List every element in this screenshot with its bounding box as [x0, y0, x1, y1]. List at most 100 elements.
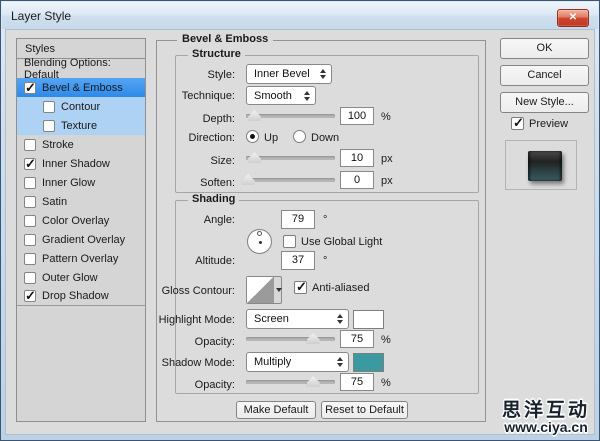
shadow-color-swatch[interactable]: [353, 353, 384, 372]
sidebar-item-label: Color Overlay: [42, 214, 110, 227]
preview-checkbox[interactable]: [511, 115, 524, 131]
highlight-mode-value: Screen: [254, 313, 289, 325]
checkbox-stroke[interactable]: [24, 138, 36, 151]
checkbox-color-overlay[interactable]: [24, 214, 36, 227]
highlight-color-swatch[interactable]: [353, 310, 384, 329]
checkbox-inner-glow[interactable]: [24, 176, 36, 189]
slider-track: [246, 178, 335, 182]
sidebar-item-drop-shadow[interactable]: Drop Shadow: [17, 287, 145, 306]
new-style-button[interactable]: New Style...: [500, 92, 589, 113]
technique-dropdown[interactable]: Smooth: [246, 86, 316, 105]
sidebar-item-contour[interactable]: Contour: [17, 97, 145, 116]
soften-input[interactable]: 0: [340, 171, 374, 189]
sidebar-item-stroke[interactable]: Stroke: [17, 135, 145, 154]
direction-up-radio[interactable]: [246, 130, 259, 143]
contour-thumbnail-icon: [247, 277, 273, 303]
soften-slider[interactable]: [241, 174, 335, 185]
slider-track: [246, 337, 335, 341]
checkbox-outer-glow[interactable]: [24, 271, 36, 284]
opacity-highlight-input[interactable]: 75: [340, 330, 374, 348]
anti-aliased-label: Anti-aliased: [312, 282, 370, 294]
checkbox-gradient-overlay[interactable]: [24, 233, 36, 246]
opacity-shadow-slider[interactable]: [246, 376, 335, 387]
sidebar-item-inner-glow[interactable]: Inner Glow: [17, 173, 145, 192]
sidebar-item-blending-options[interactable]: Blending Options: Default: [17, 57, 145, 81]
technique-label: Technique:: [181, 90, 235, 102]
style-dropdown[interactable]: Inner Bevel: [246, 64, 332, 84]
soften-label: Soften:: [200, 177, 235, 189]
styles-list: Styles Blending Options: Default Bevel &…: [16, 38, 146, 422]
layer-style-dialog: Layer Style ✕ Styles Blending Options: D…: [0, 0, 600, 441]
titlebar[interactable]: Layer Style ✕: [2, 2, 598, 29]
checkbox-inner-shadow[interactable]: [24, 156, 36, 172]
soften-unit: px: [381, 175, 393, 187]
altitude-input[interactable]: 37: [281, 251, 315, 270]
watermark-line1: 思洋互动: [501, 400, 590, 421]
style-value: Inner Bevel: [254, 68, 310, 80]
sidebar-item-label: Pattern Overlay: [42, 252, 119, 265]
angle-dial-center: [259, 241, 262, 244]
sidebar-item-label: Texture: [61, 119, 98, 132]
direction-down-label: Down: [311, 132, 340, 144]
ok-button[interactable]: OK: [500, 38, 589, 59]
spinner-icon: [337, 314, 343, 324]
direction-down-radio[interactable]: [293, 130, 306, 143]
reset-to-default-button[interactable]: Reset to Default: [321, 401, 408, 419]
checkbox-pattern-overlay[interactable]: [24, 252, 36, 265]
sidebar-item-bevel-emboss[interactable]: Bevel & Emboss: [17, 78, 145, 97]
direction-label: Direction:: [188, 132, 235, 144]
slider-thumb[interactable]: [306, 333, 320, 344]
watermark: 思洋互动 www.ciya.cn: [502, 401, 590, 434]
highlight-mode-dropdown[interactable]: Screen: [246, 309, 349, 329]
sidebar-item-satin[interactable]: Satin: [17, 192, 145, 211]
bevel-emboss-panel: Bevel & Emboss Structure Style: Inner Be…: [156, 33, 486, 422]
gloss-contour-picker[interactable]: [246, 276, 282, 304]
depth-slider[interactable]: [246, 110, 335, 121]
checkbox-texture[interactable]: [43, 119, 55, 132]
size-slider[interactable]: [246, 152, 335, 163]
checkbox-bevel-emboss[interactable]: [24, 80, 36, 96]
sidebar-item-label: Stroke: [42, 138, 74, 151]
checkbox-satin[interactable]: [24, 195, 36, 208]
depth-input[interactable]: 100: [340, 107, 374, 125]
spinner-icon: [337, 357, 343, 367]
sidebar-item-gradient-overlay[interactable]: Gradient Overlay: [17, 230, 145, 249]
checkbox-contour[interactable]: [43, 100, 55, 113]
watermark-line2: www.ciya.cn: [504, 419, 588, 435]
slider-thumb[interactable]: [248, 110, 261, 121]
opacity-shadow-input[interactable]: 75: [340, 373, 374, 391]
opacity-highlight-slider[interactable]: [246, 333, 335, 344]
opacity-highlight-unit: %: [381, 334, 391, 346]
make-default-button[interactable]: Make Default: [236, 401, 316, 419]
spinner-icon: [304, 90, 310, 101]
sidebar-item-pattern-overlay[interactable]: Pattern Overlay: [17, 249, 145, 268]
dialog-body: Styles Blending Options: Default Bevel &…: [5, 29, 595, 435]
anti-aliased-checkbox[interactable]: [294, 279, 307, 295]
panel-heading: Bevel & Emboss: [177, 33, 274, 45]
close-button[interactable]: ✕: [557, 9, 589, 27]
direction-up-label: Up: [264, 132, 279, 144]
opacity-highlight-label: Opacity:: [194, 336, 235, 348]
angle-unit: °: [323, 214, 328, 226]
use-global-light-checkbox[interactable]: [283, 235, 296, 248]
angle-dial[interactable]: [247, 229, 272, 254]
slider-thumb[interactable]: [306, 376, 320, 387]
shadow-mode-dropdown[interactable]: Multiply: [246, 352, 349, 372]
size-input[interactable]: 10: [340, 149, 374, 167]
sidebar-item-label: Satin: [42, 195, 68, 208]
checkbox-drop-shadow[interactable]: [24, 288, 36, 304]
angle-input[interactable]: 79: [281, 210, 315, 229]
sidebar-item-outer-glow[interactable]: Outer Glow: [17, 268, 145, 287]
sidebar-item-label: Contour: [61, 100, 101, 113]
structure-legend: Structure: [188, 48, 245, 60]
style-label: Style:: [207, 69, 235, 81]
sidebar-item-color-overlay[interactable]: Color Overlay: [17, 211, 145, 230]
cancel-button[interactable]: Cancel: [500, 65, 589, 86]
technique-value: Smooth: [254, 89, 292, 102]
sidebar-item-inner-shadow[interactable]: Inner Shadow: [17, 154, 145, 173]
sidebar-item-texture[interactable]: Texture: [17, 116, 145, 135]
slider-thumb[interactable]: [248, 152, 261, 163]
opacity-shadow-label: Opacity:: [194, 379, 235, 391]
shading-legend: Shading: [188, 193, 240, 205]
angle-dial-handle[interactable]: [257, 231, 262, 236]
